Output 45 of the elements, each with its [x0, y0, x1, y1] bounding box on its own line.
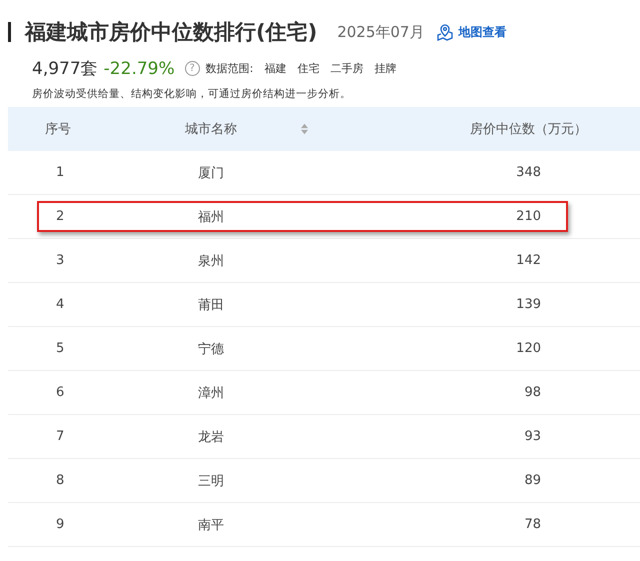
column-header[interactable]: 城市名称 [158, 120, 237, 138]
scope-tag: 福建 [264, 61, 286, 76]
city-cell-text: 厦门 [197, 164, 225, 182]
rank-cell-text: 9 [55, 517, 66, 532]
column-header: 房价中位数（万元） [469, 121, 588, 138]
map-pin-icon [436, 23, 454, 41]
price-cell-text: 348 [515, 165, 542, 180]
page-title: 福建城市房价中位数排行(住宅) [25, 19, 318, 46]
city-cell-text: 龙岩 [197, 428, 225, 446]
rank-cell-text: 1 [55, 165, 66, 180]
city-cell-text: 宁德 [197, 340, 225, 358]
price-cell-text: 89 [523, 473, 542, 488]
note-text: 房价波动受供给量、结构变化影响，可通过房价结构进一步分析。 [32, 87, 352, 101]
price-cell-text: 120 [515, 341, 542, 356]
map-link[interactable]: 地图查看 [436, 23, 506, 41]
price-cell-text: 78 [523, 517, 542, 532]
city-cell-text: 泉州 [197, 252, 225, 270]
scope-label: 数据范围: [206, 61, 254, 76]
help-icon[interactable]: ? [184, 61, 200, 76]
scope-tag: 挂牌 [374, 61, 396, 76]
rank-cell-text: 8 [55, 473, 66, 488]
date-label: 2025年07月 [337, 22, 424, 42]
price-cell-text: 210 [515, 209, 542, 224]
city-cell-text: 福州 [197, 208, 225, 226]
title-bar [8, 22, 11, 42]
rank-cell-text: 7 [55, 429, 66, 444]
city-cell-text: 漳州 [197, 384, 225, 402]
column-header: 序号 [44, 121, 72, 138]
scope-tag: 住宅 [297, 61, 320, 76]
city-cell-text: 三明 [197, 472, 225, 490]
price-cell-text: 98 [523, 385, 542, 400]
rank-cell-text: 6 [55, 385, 66, 400]
price-cell-text: 93 [523, 429, 542, 444]
price-cell-text: 139 [515, 297, 542, 312]
price-cell-text: 142 [515, 253, 542, 268]
rank-cell-text: 4 [55, 297, 66, 312]
listing-count: 4,977套 [32, 58, 98, 80]
city-cell-text: 南平 [197, 516, 225, 534]
rank-cell-text: 5 [55, 341, 66, 356]
scope-tag: 二手房 [330, 61, 364, 76]
rank-cell-text: 3 [55, 253, 66, 268]
rank-cell-text: 2 [55, 209, 66, 224]
sort-icon[interactable] [301, 123, 308, 135]
city-cell-text: 莆田 [197, 296, 225, 314]
price-change: -22.79% [104, 58, 175, 78]
